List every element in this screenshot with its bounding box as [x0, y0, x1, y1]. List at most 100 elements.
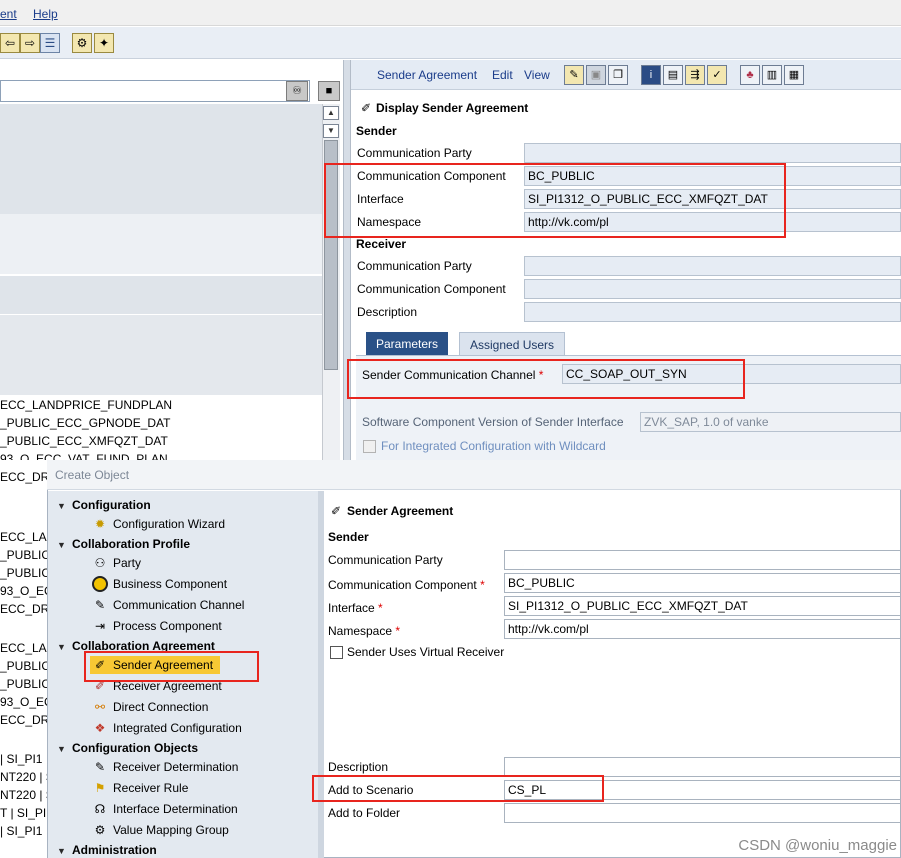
wizard-icon: ✹ — [94, 517, 106, 531]
pane-splitter[interactable] — [343, 60, 351, 460]
tree-item-integrated-configuration[interactable]: Integrated Configuration — [113, 721, 242, 735]
check-icon[interactable]: ✓ — [707, 65, 727, 85]
where-used-icon[interactable]: ⇶ — [685, 65, 705, 85]
list-item[interactable]: 93_O_ECC_VAT_FUND_PLAN — [0, 452, 168, 460]
save-icon[interactable]: ▣ — [586, 65, 606, 85]
list-item[interactable]: _PUBLIC — [0, 659, 50, 673]
display-icon[interactable]: ▤ — [663, 65, 683, 85]
field-label: Communication Party — [357, 146, 472, 160]
dialog-communication-component-input[interactable]: BC_PUBLIC — [504, 573, 901, 593]
tree-item-receiver-determination[interactable]: Receiver Determination — [113, 760, 238, 774]
scroll-down-icon[interactable]: ▼ — [323, 124, 339, 138]
section-title: Sender — [356, 124, 397, 138]
receiver-party-field[interactable] — [524, 256, 901, 276]
list-icon[interactable]: ☰ — [40, 33, 60, 53]
forward-arrow-icon[interactable]: ⇨ — [20, 33, 40, 53]
binoculars-icon[interactable]: ♾ — [286, 81, 308, 101]
list-item[interactable]: ECC_LANDPRICE_FUNDPLAN — [0, 398, 172, 412]
search-input[interactable] — [0, 80, 310, 102]
list-item[interactable]: | SI_PI1 — [0, 752, 42, 766]
document-icon[interactable]: ▥ — [762, 65, 782, 85]
history-icon[interactable]: ♣ — [740, 65, 760, 85]
stop-icon[interactable]: ■ — [318, 81, 340, 101]
copy-icon[interactable]: ❐ — [608, 65, 628, 85]
list-item[interactable]: T | SI_PI — [0, 806, 46, 820]
communication-channel-icon: ✎ — [94, 598, 106, 612]
dialog-description-input[interactable] — [504, 757, 901, 777]
menu-item-ent[interactable]: ent — [0, 7, 17, 21]
list-item[interactable]: ECC_DR — [0, 470, 49, 484]
field-label: Namespace * — [328, 624, 401, 638]
main-toolbar: ⇦ ⇨ ☰ ⚙ ✦ — [0, 27, 901, 59]
process-component-icon: ⇥ — [94, 619, 106, 633]
list-item[interactable]: NT220 | S — [0, 770, 54, 784]
checkbox-label: Sender Uses Virtual Receiver — [347, 645, 505, 659]
highlight-box — [347, 359, 745, 399]
back-arrow-icon[interactable]: ⇦ — [0, 33, 20, 53]
interface-determination-icon: ☊ — [94, 802, 106, 816]
tree-group-collaboration-profile[interactable]: Collaboration Profile — [72, 537, 190, 551]
info-icon[interactable]: i — [641, 65, 661, 85]
edit-pencil-icon[interactable]: ✎ — [564, 65, 584, 85]
tree-group-administration[interactable]: Administration — [72, 843, 157, 857]
integrated-configuration-icon: ❖ — [94, 721, 106, 735]
tree-group-configuration-objects[interactable]: Configuration Objects — [72, 741, 198, 755]
virtual-receiver-checkbox[interactable] — [330, 646, 343, 659]
description-field[interactable] — [524, 302, 901, 322]
list-item[interactable]: _PUBLIC — [0, 566, 50, 580]
display-object-icon[interactable]: ⚙ — [72, 33, 92, 53]
direct-connection-icon: ⚯ — [94, 700, 106, 714]
receiver-component-field[interactable] — [524, 279, 901, 299]
list-item[interactable]: NT220 | S — [0, 788, 54, 802]
collapse-triangle-icon[interactable]: ▼ — [57, 540, 66, 550]
wildcard-checkbox[interactable] — [363, 440, 376, 453]
tree-band — [0, 214, 322, 274]
menu-view[interactable]: View — [524, 68, 550, 82]
highlight-box — [84, 651, 259, 682]
tree-item-process-component[interactable]: Process Component — [113, 619, 222, 633]
list-item[interactable]: _PUBLIC — [0, 548, 50, 562]
collapse-triangle-icon[interactable]: ▼ — [57, 846, 66, 856]
dialog-communication-party-input[interactable] — [504, 550, 901, 570]
field-label: Communication Component * — [328, 578, 485, 592]
menu-item-help[interactable]: Help — [33, 7, 58, 21]
dialog-interface-input[interactable]: SI_PI1312_O_PUBLIC_ECC_XMFQZT_DAT — [504, 596, 901, 616]
tree-item-direct-connection[interactable]: Direct Connection — [113, 700, 208, 714]
receiver-rule-icon: ⚑ — [94, 781, 106, 795]
scroll-up-icon[interactable]: ▲ — [323, 106, 339, 120]
tree-item-value-mapping-group[interactable]: Value Mapping Group — [113, 823, 229, 837]
add-to-folder-input[interactable] — [504, 803, 901, 823]
tree-item-communication-channel[interactable]: Communication Channel — [113, 598, 244, 612]
collapse-triangle-icon[interactable]: ▼ — [57, 501, 66, 511]
form-title: Sender Agreement — [347, 504, 454, 518]
dialog-namespace-input[interactable]: http://vk.com/pl — [504, 619, 901, 639]
tree-item-configuration-wizard[interactable]: Configuration Wizard — [113, 517, 225, 531]
menu-sender-agreement[interactable]: Sender Agreement — [377, 68, 477, 82]
tab-parameters[interactable]: Parameters — [366, 332, 449, 356]
properties-icon[interactable]: ▦ — [784, 65, 804, 85]
list-item[interactable]: _PUBLIC_ECC_GPNODE_DAT — [0, 416, 171, 430]
list-item[interactable]: _PUBLIC — [0, 677, 50, 691]
sender-agreement-icon: ✐ — [360, 101, 372, 115]
list-item[interactable]: | SI_PI1 — [0, 824, 42, 838]
tree-item-party[interactable]: Party — [113, 556, 141, 570]
tree-group-configuration[interactable]: Configuration — [72, 498, 151, 512]
field-label: Add to Folder — [328, 806, 401, 820]
tree-item-interface-determination[interactable]: Interface Determination — [113, 802, 238, 816]
wizard-icon[interactable]: ✦ — [94, 33, 114, 53]
tree-item-business-component[interactable]: Business Component — [113, 577, 227, 591]
list-item[interactable]: 93_O_EC — [0, 695, 53, 709]
tree-band — [0, 104, 322, 214]
communication-party-field[interactable] — [524, 143, 901, 163]
menu-edit[interactable]: Edit — [492, 68, 513, 82]
list-item[interactable]: 93_O_EC — [0, 584, 53, 598]
collapse-triangle-icon[interactable]: ▼ — [57, 642, 66, 652]
collapse-triangle-icon[interactable]: ▼ — [57, 744, 66, 754]
dialog-splitter[interactable] — [318, 491, 324, 858]
highlight-box — [324, 163, 786, 238]
tree-item-receiver-rule[interactable]: Receiver Rule — [113, 781, 188, 795]
editor-toolbar: Sender Agreement Edit View ✎ ▣ ❐ i ▤ ⇶ ✓… — [351, 60, 901, 90]
tab-assigned-users[interactable]: Assigned Users — [459, 332, 566, 356]
page-title: Display Sender Agreement — [376, 101, 529, 115]
list-item[interactable]: _PUBLIC_ECC_XMFQZT_DAT — [0, 434, 168, 448]
